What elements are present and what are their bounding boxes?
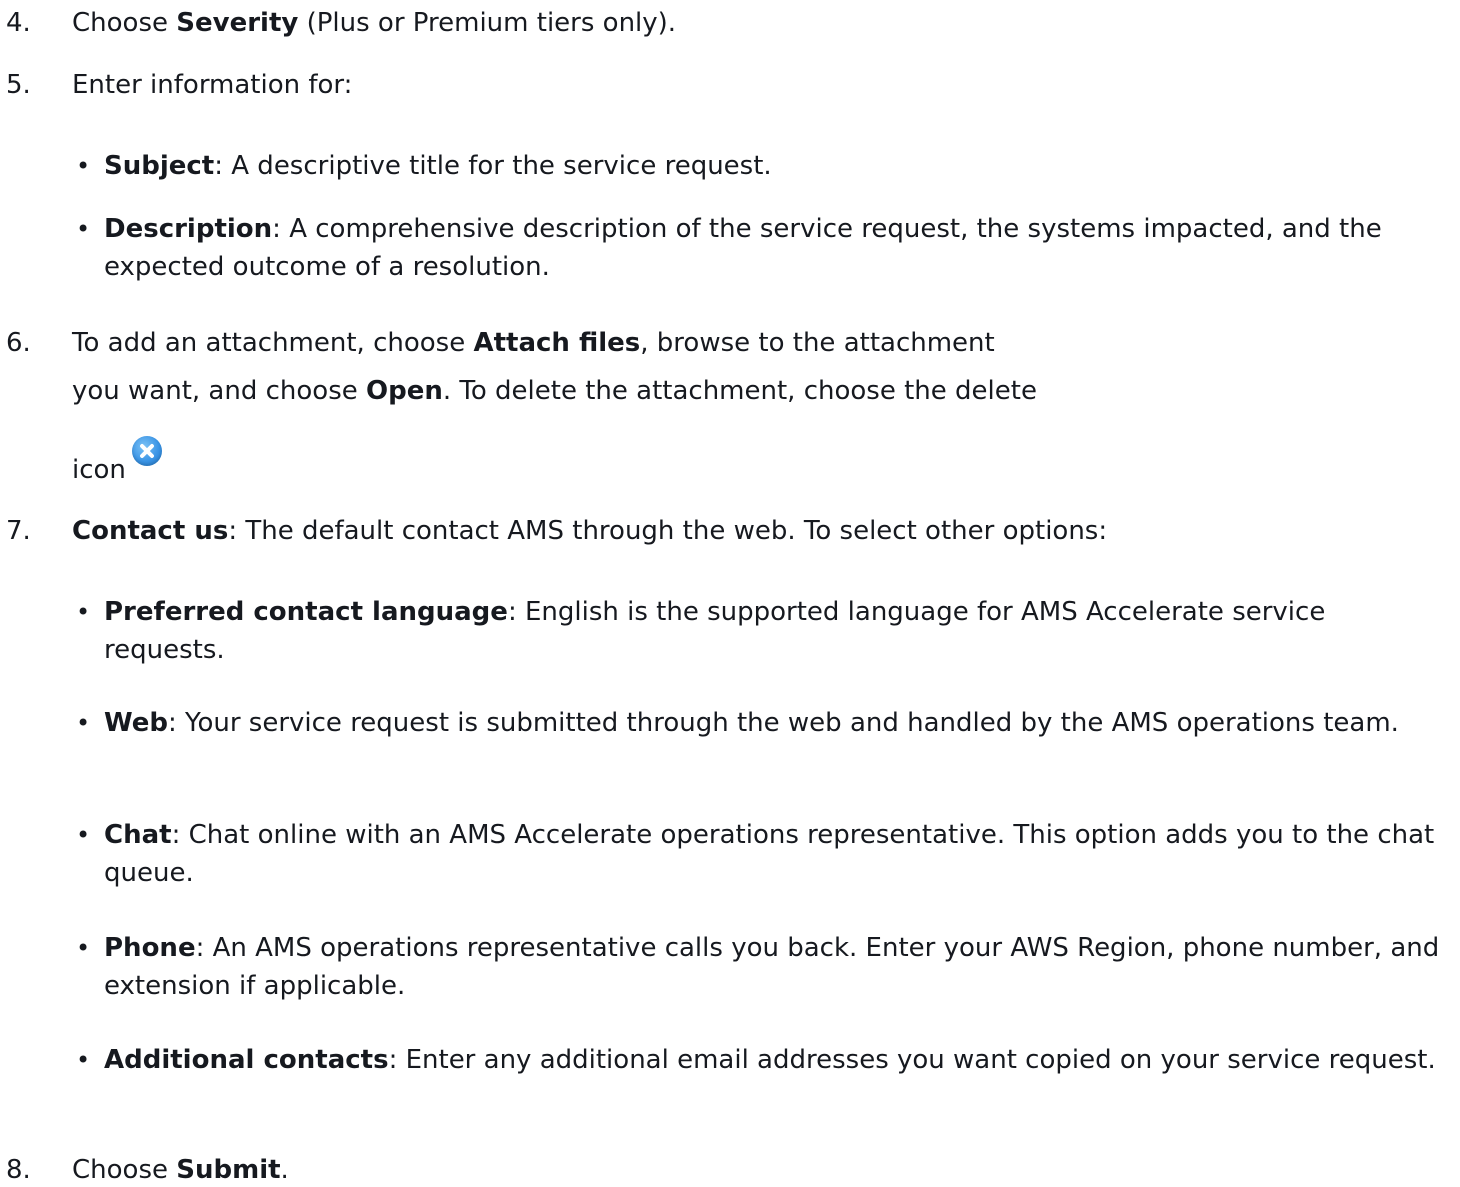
step-number: 7. [6, 516, 31, 546]
ui-term-attach-files: Attach files [473, 328, 641, 358]
bullet-text: Chat: Chat online with an AMS Accelerate… [104, 820, 1435, 888]
step-number: 6. [6, 328, 31, 358]
step-text: Choose Severity (Plus or Premium tiers o… [72, 8, 677, 38]
ui-term-severity: Severity [176, 8, 299, 38]
step-text: Contact us: The default contact AMS thro… [72, 516, 1108, 546]
step-number: 5. [6, 70, 31, 100]
bullet-text: Web: Your service request is submitted t… [104, 708, 1399, 738]
step-number: 4. [6, 8, 31, 38]
delete-icon [131, 436, 162, 466]
ui-term-submit: Submit [176, 1155, 281, 1185]
bullet-text: Additional contacts: Enter any additiona… [104, 1045, 1436, 1075]
bullet-text: Description: A comprehensive description… [104, 214, 1382, 282]
bullet-marker: • [76, 1046, 91, 1074]
bullet-text: Preferred contact language: English is t… [104, 597, 1326, 665]
bullet-marker: • [76, 598, 91, 626]
step-text: To add an attachment, choose Attach file… [72, 328, 1037, 485]
bullet-marker: • [76, 709, 91, 737]
step-number: 8. [6, 1155, 31, 1185]
step-text: Enter information for: [72, 70, 353, 100]
bullet-marker: • [76, 152, 91, 180]
bullet-marker: • [76, 821, 91, 849]
ui-term-open: Open [366, 376, 443, 406]
step-text: Choose Submit. [72, 1155, 289, 1185]
bullet-text: Subject: A descriptive title for the ser… [104, 151, 772, 181]
bullet-marker: • [76, 934, 91, 962]
bullet-text: Phone: An AMS operations representative … [104, 933, 1440, 1001]
ui-term-contact-us: Contact us [72, 516, 229, 546]
document-body: 4. Choose Severity (Plus or Premium tier… [0, 0, 1460, 1186]
bullet-marker: • [76, 215, 91, 243]
